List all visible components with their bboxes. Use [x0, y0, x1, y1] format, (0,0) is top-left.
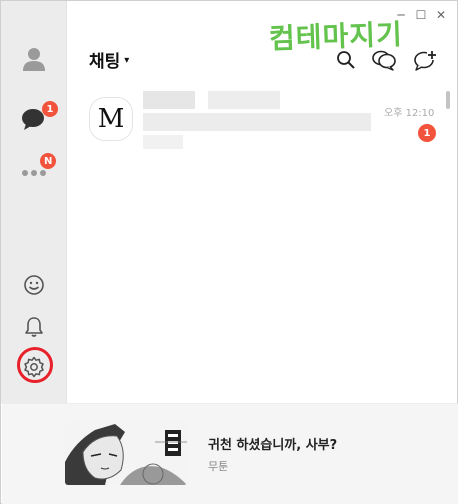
scrollbar-thumb[interactable]: [446, 91, 450, 109]
more-dots-icon: [22, 170, 46, 176]
banner-subtitle: 무툰: [208, 460, 229, 473]
blurred-last-message: [143, 113, 371, 131]
kakaotalk-window: 1 N ─ ☐ ✕ 컴테마지기 채팅 ▾ M 오후 12:10 1 귀천 하셨습…: [0, 0, 458, 504]
settings-highlight-ring: [17, 347, 53, 383]
search-icon: [337, 51, 355, 69]
open-chat-icon: [372, 50, 396, 71]
sidebar-item-friends[interactable]: [14, 39, 54, 79]
caret-down-icon: ▾: [124, 55, 130, 66]
chat-list-title-dropdown[interactable]: 채팅 ▾: [89, 47, 129, 72]
sidebar: 1 N: [1, 1, 67, 403]
sidebar-item-notifications[interactable]: [14, 307, 54, 347]
blurred-chat-name-extra: [208, 91, 280, 109]
banner-thumbnail: [65, 422, 187, 485]
open-chat-button[interactable]: [371, 47, 397, 73]
new-chat-button[interactable]: [412, 47, 438, 73]
chat-avatar: M: [89, 97, 133, 141]
banner-title: 귀천 하셨습니까, 사부?: [208, 438, 338, 453]
unread-badge: 1: [418, 124, 436, 142]
sidebar-item-more[interactable]: N: [14, 153, 57, 193]
bell-icon: [25, 317, 43, 337]
sidebar-item-emoticon[interactable]: [14, 265, 54, 305]
maximize-button[interactable]: ☐: [413, 7, 429, 23]
blurred-last-message-extra: [143, 135, 183, 149]
search-button[interactable]: [333, 47, 359, 73]
blurred-chat-name: [143, 91, 195, 109]
close-button[interactable]: ✕: [433, 7, 449, 23]
new-chat-icon: [414, 50, 437, 71]
ad-banner[interactable]: 귀천 하셨습니까, 사부? 무툰: [2, 403, 458, 504]
sidebar-item-chats[interactable]: 1: [14, 99, 58, 139]
person-icon: [23, 48, 45, 71]
chat-list-item[interactable]: M 오후 12:10 1: [68, 89, 448, 153]
chat-time: 오후 12:10: [384, 108, 435, 119]
chats-badge: 1: [42, 101, 58, 117]
more-badge: N: [40, 153, 57, 169]
page-title: 채팅: [89, 52, 121, 72]
emoticon-icon: [24, 275, 44, 295]
